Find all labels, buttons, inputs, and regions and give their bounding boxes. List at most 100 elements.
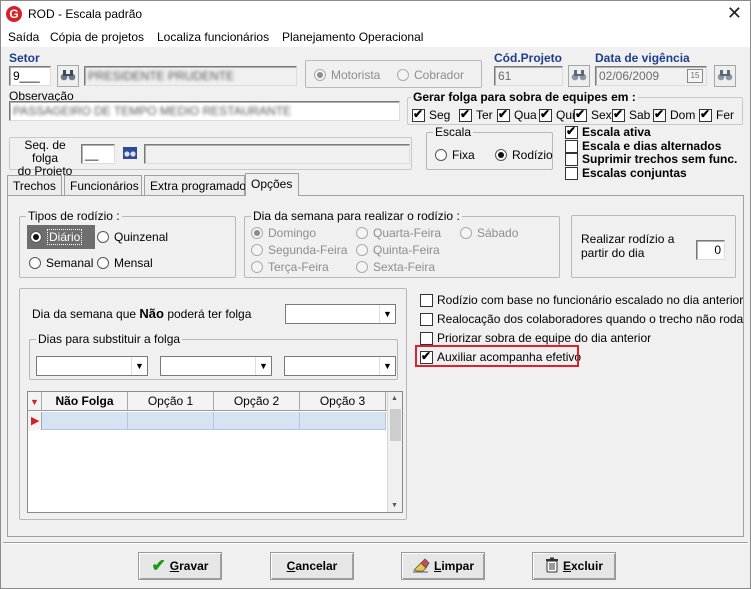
- radio-quinzenal[interactable]: Quinzenal: [97, 230, 168, 244]
- substituir-opcao3-select[interactable]: ▼: [284, 356, 396, 376]
- check-qua-box: [497, 107, 510, 122]
- limpar-button[interactable]: Limpar: [401, 552, 485, 580]
- check-suprimir-trechos-box: [565, 152, 578, 166]
- check-ter[interactable]: Ter: [459, 107, 493, 122]
- radio-quinta[interactable]: Quinta-Feira: [356, 243, 440, 257]
- data-vigencia-search-button[interactable]: [714, 65, 736, 87]
- realizar-rodizio-input[interactable]: 0: [696, 240, 725, 260]
- menu-localiza-funcionarios[interactable]: Localiza funcionários: [157, 30, 269, 44]
- radio-semanal[interactable]: Semanal: [29, 256, 93, 270]
- grid-cell[interactable]: [42, 412, 128, 430]
- radio-diario[interactable]: Diário: [27, 225, 95, 249]
- radio-motorista-label: Motorista: [331, 68, 381, 82]
- radio-domingo[interactable]: Domingo: [251, 226, 316, 240]
- tab-trechos[interactable]: Trechos: [7, 175, 62, 195]
- check-realocacao-colaboradores[interactable]: Realocação dos colaboradores quando o tr…: [420, 312, 743, 326]
- seq-folga-input[interactable]: __: [81, 144, 115, 164]
- radio-terca-dot: [251, 261, 263, 273]
- realizar-rodizio-line1: Realizar rodízio a: [581, 232, 675, 246]
- check-suprimir-trechos-label: Suprimir trechos sem func.: [582, 152, 738, 166]
- radio-segunda[interactable]: Segunda-Feira: [251, 243, 347, 257]
- dia-sem-folga-prefix: Dia da semana que: [32, 307, 137, 321]
- grid-cell[interactable]: [300, 412, 386, 430]
- cod-projeto-search-button[interactable]: [568, 65, 590, 87]
- radio-sexta-label: Sexta-Feira: [373, 260, 436, 274]
- check-realocacao-colaboradores-box: [420, 312, 433, 326]
- dia-sem-folga-bold: Não: [139, 306, 164, 321]
- grid-cell[interactable]: [214, 412, 300, 430]
- check-seg[interactable]: Seg: [412, 107, 450, 122]
- substituir-opcao2-select[interactable]: ▼: [160, 356, 272, 376]
- binoculars-icon: [571, 69, 587, 84]
- substituir-opcao1-select[interactable]: ▼: [36, 356, 148, 376]
- check-priorizar-sobra[interactable]: Priorizar sobra de equipe do dia anterio…: [420, 331, 651, 345]
- radio-cobrador[interactable]: Cobrador: [397, 68, 464, 82]
- check-rodizio-base-funcionario-label: Rodízio com base no funcionário escalado…: [437, 293, 744, 307]
- radio-fixa[interactable]: Fixa: [435, 148, 475, 162]
- setor-code-input[interactable]: 9___: [9, 66, 51, 86]
- check-rodizio-base-funcionario-box: [420, 293, 433, 307]
- observacao-input[interactable]: PASSAGEIRO DE TEMPO MEDIO RESTAURANTE: [9, 101, 400, 121]
- chevron-down-icon: ▼: [379, 357, 395, 375]
- menu-saida[interactable]: Saída: [8, 30, 39, 44]
- radio-diario-dot: [30, 231, 42, 243]
- check-suprimir-trechos[interactable]: Suprimir trechos sem func.: [565, 152, 737, 166]
- dia-sem-folga-select[interactable]: ▼: [285, 304, 396, 324]
- tab-extra-programado[interactable]: Extra programado: [144, 175, 246, 195]
- dia-semana-rodizio-title: Dia da semana para realizar o rodízio :: [251, 209, 462, 223]
- radio-sexta[interactable]: Sexta-Feira: [356, 260, 435, 274]
- data-vigencia-value: 02/06/2009: [599, 69, 660, 83]
- seq-folga-search-button[interactable]: [119, 144, 141, 164]
- grid-scrollbar[interactable]: ▲ ▼: [387, 392, 402, 512]
- check-escalas-conjuntas[interactable]: Escalas conjuntas: [565, 166, 687, 180]
- check-escala-dias-alternados[interactable]: Escala e dias alternados: [565, 139, 721, 153]
- radio-terca[interactable]: Terça-Feira: [251, 260, 329, 274]
- tab-opcoes[interactable]: Opções: [245, 173, 299, 196]
- check-sab-box: [612, 107, 625, 122]
- check-seg-box: [412, 107, 425, 122]
- check-sex-box: [574, 107, 587, 122]
- calendar-icon[interactable]: 15: [687, 69, 703, 83]
- check-sab-label: Sab: [629, 108, 651, 122]
- grid-col-opcao1[interactable]: Opção 1: [128, 392, 214, 411]
- setor-search-button[interactable]: [57, 65, 79, 87]
- check-rodizio-base-funcionario[interactable]: Rodízio com base no funcionário escalado…: [420, 293, 743, 307]
- check-priorizar-sobra-label: Priorizar sobra de equipe do dia anterio…: [437, 331, 652, 345]
- radio-quarta[interactable]: Quarta-Feira: [356, 226, 441, 240]
- grid-col-nao-folga[interactable]: Não Folga: [42, 392, 128, 411]
- close-icon[interactable]: ✕: [727, 3, 742, 23]
- check-sex[interactable]: Sex: [574, 107, 612, 122]
- menu-copia-projetos[interactable]: Cópia de projetos: [50, 30, 144, 44]
- radio-sabado-dot: [460, 227, 472, 239]
- radio-motorista-dot: [314, 69, 326, 81]
- radio-sabado-label: Sábado: [477, 226, 519, 240]
- table-row[interactable]: ▶: [28, 412, 388, 430]
- menu-planejamento-operacional[interactable]: Planejamento Operacional: [282, 30, 423, 44]
- check-fer[interactable]: Fer: [699, 107, 734, 122]
- check-qui[interactable]: Qui: [539, 107, 575, 122]
- tab-funcionarios[interactable]: Funcionários: [64, 175, 142, 195]
- check-dom[interactable]: Dom: [653, 107, 695, 122]
- excluir-button[interactable]: Excluir: [532, 552, 616, 580]
- radio-mensal[interactable]: Mensal: [97, 256, 153, 270]
- main-window: G ROD - Escala padrão ✕ Saída Cópia de p…: [0, 0, 751, 589]
- cod-projeto-field: 61: [494, 66, 563, 86]
- check-qua[interactable]: Qua: [497, 107, 537, 122]
- gravar-button[interactable]: ✔ Gravar: [138, 552, 222, 580]
- cancelar-button[interactable]: Cancelar: [270, 552, 354, 580]
- radio-motorista[interactable]: Motorista: [314, 68, 380, 82]
- scroll-up-icon[interactable]: ▲: [391, 395, 398, 402]
- gravar-underline: G: [169, 559, 180, 573]
- observacao-text: PASSAGEIRO DE TEMPO MEDIO RESTAURANTE: [13, 104, 292, 118]
- grid-cell[interactable]: [128, 412, 214, 430]
- check-sab[interactable]: Sab: [612, 107, 651, 122]
- grid-col-opcao3[interactable]: Opção 3: [300, 392, 386, 411]
- radio-sabado[interactable]: Sábado: [460, 226, 518, 240]
- scroll-down-icon[interactable]: ▼: [391, 502, 398, 509]
- check-escala-ativa[interactable]: Escala ativa: [565, 124, 651, 139]
- limpar-underline: L: [433, 559, 442, 573]
- scroll-thumb[interactable]: [390, 409, 401, 441]
- sort-down-icon: ▼: [30, 397, 39, 407]
- grid-col-opcao2[interactable]: Opção 2: [214, 392, 300, 411]
- radio-rodizio[interactable]: Rodízio: [495, 148, 553, 162]
